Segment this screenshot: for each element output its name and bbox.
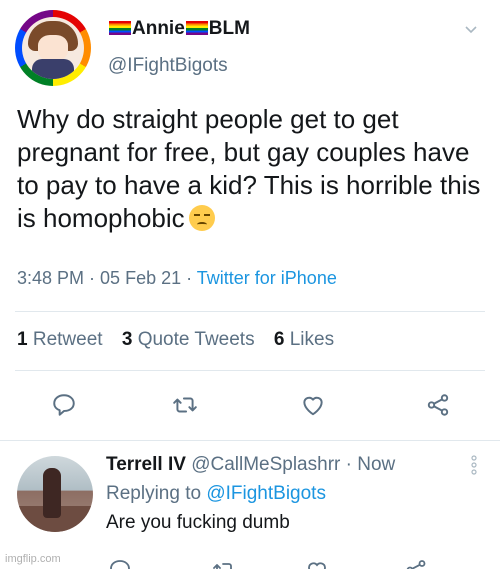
- retweets-label: Retweet: [32, 329, 103, 350]
- rainbow-flag-icon: [185, 21, 208, 35]
- tweet-text: Why do straight people get to get pregna…: [17, 104, 481, 233]
- replying-mention[interactable]: @IFightBigots: [206, 483, 326, 504]
- avatar-image: [22, 17, 84, 79]
- retweets-stat[interactable]: 1 Retweet: [17, 329, 103, 350]
- tweet-time[interactable]: 3:48 PM: [17, 268, 84, 288]
- likes-count: 6: [273, 329, 285, 350]
- author-avatar[interactable]: [15, 10, 91, 86]
- like-button[interactable]: [293, 385, 333, 425]
- reply-icon: [53, 394, 75, 416]
- avatar-face: [38, 35, 68, 61]
- display-name-part2: BLM: [208, 18, 250, 39]
- tweet-stats: 1 Retweet 3 Quote Tweets 6 Likes: [17, 329, 334, 351]
- quote-label: Quote Tweets: [137, 329, 255, 350]
- reply-icon: [110, 560, 130, 569]
- divider: [15, 311, 485, 312]
- quote-tweets-stat[interactable]: 3 Quote Tweets: [122, 329, 255, 350]
- reply-reply-button[interactable]: [100, 550, 140, 569]
- reply-text: Are you fucking dumb: [106, 512, 290, 533]
- like-icon: [303, 396, 323, 416]
- share-icon: [427, 394, 449, 416]
- reply-like-button[interactable]: [297, 550, 337, 569]
- retweets-count: 1: [17, 329, 28, 350]
- quote-count: 3: [121, 329, 133, 350]
- tweet-actions: [0, 385, 500, 425]
- more-options-icon[interactable]: [470, 454, 478, 476]
- author-display-name[interactable]: Annie BLM: [108, 18, 250, 40]
- share-icon: [406, 560, 426, 569]
- reply-share-button[interactable]: [396, 550, 436, 569]
- tweet-source[interactable]: Twitter for iPhone: [197, 268, 337, 288]
- avatar-body: [32, 59, 74, 79]
- share-button[interactable]: [418, 385, 458, 425]
- reply-time[interactable]: Now: [357, 454, 395, 475]
- divider: [15, 370, 485, 371]
- author-handle[interactable]: @IFightBigots: [108, 55, 228, 77]
- reply-author-avatar[interactable]: [17, 456, 93, 532]
- rainbow-flag-icon: [109, 21, 131, 35]
- tweet-date[interactable]: 05 Feb 21: [100, 268, 181, 288]
- chevron-down-icon[interactable]: [465, 24, 477, 36]
- likes-stat[interactable]: 6 Likes: [274, 329, 334, 350]
- retweet-icon: [213, 563, 232, 569]
- reply-divider: [0, 440, 500, 441]
- reply-retweet-button[interactable]: [204, 550, 244, 569]
- watermark: imgflip.com: [5, 553, 61, 565]
- tweet-header: Annie BLM @IFightBigots: [15, 10, 485, 90]
- pensive-face-icon: [188, 205, 215, 231]
- replying-prefix: Replying to: [106, 483, 202, 504]
- reply-author-handle[interactable]: @CallMeSplashrr: [191, 454, 340, 475]
- tweet-body: Why do straight people get to get pregna…: [17, 103, 487, 235]
- display-name-part1: Annie: [132, 18, 185, 39]
- tweet-timestamp: 3:48 PM · 05 Feb 21 · Twitter for iPhone: [17, 268, 337, 288]
- retweet-button[interactable]: [165, 385, 205, 425]
- reply-actions: [0, 548, 500, 569]
- avatar-figure: [43, 468, 61, 518]
- likes-label: Likes: [289, 329, 335, 350]
- reply-button[interactable]: [44, 385, 84, 425]
- reply-author-line: Terrell IV @CallMeSplashrr · Now: [106, 454, 396, 475]
- retweet-icon: [173, 397, 197, 413]
- like-icon: [308, 562, 326, 569]
- reply-author-name[interactable]: Terrell IV: [106, 454, 186, 475]
- replying-to-line: Replying to @IFightBigots: [106, 483, 326, 505]
